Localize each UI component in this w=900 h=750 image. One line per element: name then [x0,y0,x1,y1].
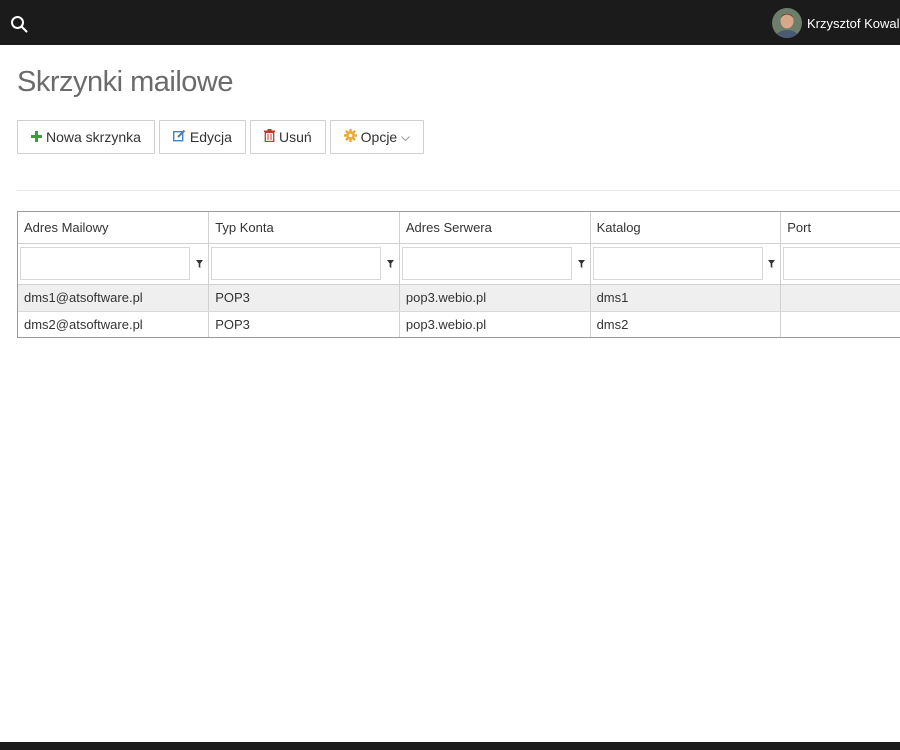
filter-input-server-address[interactable] [401,247,572,280]
filter-input-account-type[interactable] [211,247,382,280]
options-button[interactable]: Opcje [329,120,425,154]
filter-icon[interactable] [196,259,204,268]
table-row[interactable]: dms1@atsoftware.pl POP3 pop3.webio.pl dm… [18,284,900,312]
filter-icon[interactable] [768,259,776,268]
delete-label: Usuń [278,129,312,145]
edit-button[interactable]: Edycja [158,120,246,154]
filter-icon[interactable] [577,259,585,268]
top-bar: Krzysztof Kowalski [0,0,900,45]
new-mailbox-label: Nowa skrzynka [46,129,141,145]
filter-input-email[interactable] [20,247,190,280]
cell-account-type: POP3 [208,284,400,312]
cell-port [780,284,900,312]
filter-icon[interactable] [386,259,394,268]
cell-account-type: POP3 [208,311,400,337]
toolbar: Nowa skrzynka Edycja Usuń Opcje [17,120,428,154]
filter-cell [399,243,591,285]
cell-email: dms2@atsoftware.pl [18,311,210,337]
filter-input-port[interactable] [783,247,900,280]
divider [17,190,900,191]
filter-cell [18,243,210,285]
options-label: Opcje [360,129,398,145]
filter-cell [208,243,400,285]
column-header-folder[interactable]: Katalog [590,212,782,244]
cell-server-address: pop3.webio.pl [399,311,591,337]
user-menu[interactable]: Krzysztof Kowalski [772,8,900,38]
cell-server-address: pop3.webio.pl [399,284,591,312]
column-header-email[interactable]: Adres Mailowy [18,212,210,244]
search-icon[interactable] [10,15,28,33]
filter-cell [780,243,900,285]
plus-icon [31,129,42,145]
user-name[interactable]: Krzysztof Kowalski [807,16,900,31]
delete-button[interactable]: Usuń [249,120,326,154]
column-header-port[interactable]: Port [780,212,900,244]
avatar[interactable] [772,8,802,38]
gear-icon [343,129,357,145]
cell-email: dms1@atsoftware.pl [18,284,210,312]
table-row[interactable]: dms2@atsoftware.pl POP3 pop3.webio.pl dm… [18,311,900,337]
filter-cell [590,243,782,285]
cell-folder: dms2 [590,311,782,337]
page-title: Skrzynki mailowe [17,66,234,98]
bottom-bar [0,742,900,750]
column-header-server-address[interactable]: Adres Serwera [399,212,591,244]
trash-icon [263,129,275,145]
cell-folder: dms1 [590,284,782,312]
chevron-down-icon [401,129,411,145]
mailbox-grid: Adres Mailowy Typ Konta Adres Serwera Ka… [17,211,900,338]
cell-port [780,311,900,337]
edit-icon [172,129,186,145]
filter-row [18,243,900,285]
column-header-account-type[interactable]: Typ Konta [208,212,400,244]
new-mailbox-button[interactable]: Nowa skrzynka [17,120,155,154]
filter-input-folder[interactable] [592,247,763,280]
edit-label: Edycja [189,129,232,145]
